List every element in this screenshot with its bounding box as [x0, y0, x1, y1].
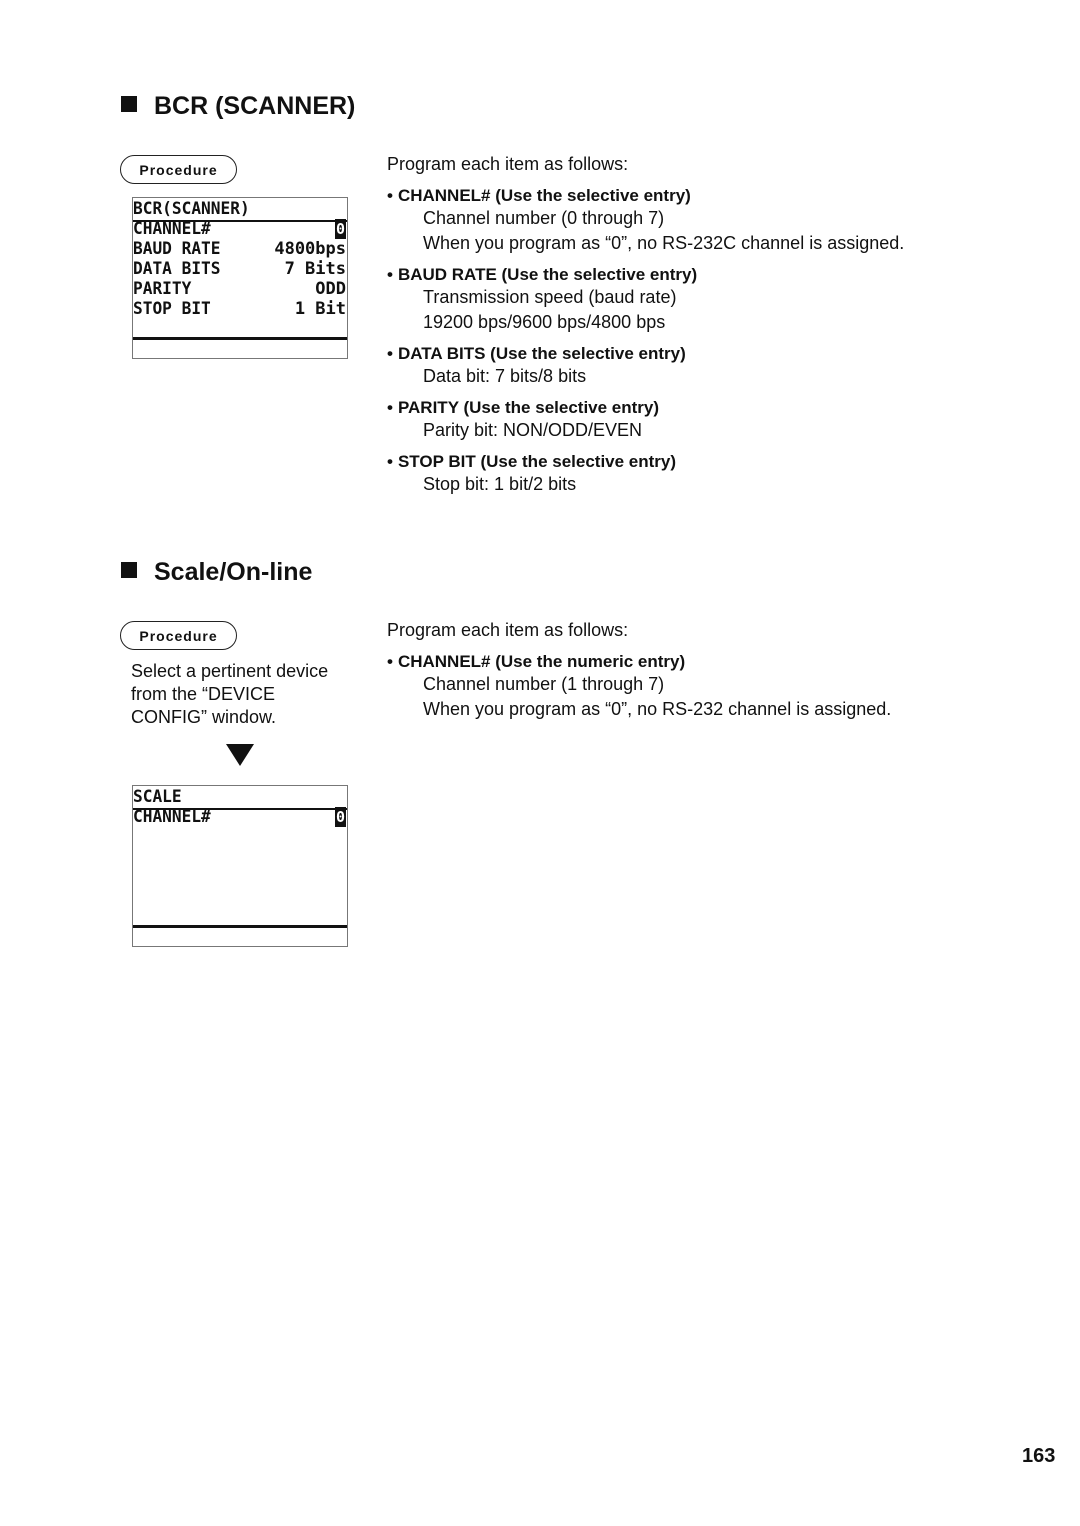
lcd-title-row: BCR(SCANNER) — [133, 199, 347, 219]
item-line: When you program as “0”, no RS-232 chann… — [423, 699, 892, 719]
page-number: 163 — [1022, 1445, 1056, 1467]
section-title-bcr-scanner: BCR (SCANNER) — [121, 92, 355, 121]
item-heading: • DATA BITS (Use the selective entry) — [387, 344, 904, 364]
procedure-text-line: Select a pertinent device — [131, 661, 329, 681]
lcd-row-label: BAUD RATE — [133, 239, 221, 259]
item-line: Parity bit: NON/ODD/EVEN — [423, 420, 643, 440]
lcd-cursor-value: 0 — [334, 807, 346, 827]
item-line: Data bit: 7 bits/8 bits — [423, 366, 587, 386]
procedure-label: Procedure — [139, 161, 218, 178]
item-line: 19200 bps/9600 bps/4800 bps — [423, 312, 666, 332]
bullet-icon: • — [387, 265, 393, 284]
intro-text: Program each item as follows: — [387, 154, 629, 174]
lcd-row-value: ODD — [315, 279, 346, 299]
procedure-text-line: from the “DEVICE — [131, 684, 276, 704]
lcd-row-value: 7 Bits — [284, 259, 346, 279]
bullet-icon: • — [387, 186, 393, 205]
procedure-text-line: CONFIG” window. — [131, 707, 277, 727]
item-data-bits: • DATA BITS (Use the selective entry) Dat… — [387, 344, 904, 389]
lcd-title: SCALE — [133, 787, 182, 807]
item-parity: • PARITY (Use the selective entry) Parity… — [387, 398, 904, 443]
item-heading-text: PARITY (Use the selective entry) — [397, 398, 660, 417]
bullet-icon: • — [387, 652, 393, 671]
item-channel: • CHANNEL# (Use the numeric entry) Channe… — [387, 652, 891, 722]
procedure-text: Select a pertinent device from the “DEVI… — [131, 660, 328, 729]
lcd-title: BCR(SCANNER) — [133, 199, 250, 219]
square-bullet-icon — [121, 562, 137, 578]
item-heading: • PARITY (Use the selective entry) — [387, 398, 904, 418]
item-baud-rate: • BAUD RATE (Use the selective entry) Tra… — [387, 265, 904, 335]
item-heading-text: CHANNEL# (Use the numeric entry) — [397, 652, 686, 671]
item-channel: • CHANNEL# (Use the selective entry) Chan… — [387, 186, 904, 256]
item-heading-text: CHANNEL# (Use the selective entry) — [397, 186, 691, 205]
item-heading-text: DATA BITS (Use the selective entry) — [397, 344, 686, 363]
lcd-row-label: CHANNEL# — [133, 807, 211, 827]
item-stop-bit: • STOP BIT (Use the selective entry) Stop… — [387, 452, 904, 497]
item-line: Channel number (0 through 7) — [423, 208, 665, 228]
item-line: Channel number (1 through 7) — [423, 674, 665, 694]
lcd-row-label: DATA BITS — [133, 259, 221, 279]
lcd-row-label: STOP BIT — [133, 299, 211, 319]
lcd-title-row: SCALE — [133, 787, 347, 807]
bullet-icon: • — [387, 398, 393, 417]
bullet-icon: • — [387, 452, 393, 471]
procedure-label: Procedure — [139, 627, 218, 644]
lcd-row-value: 1 Bit — [294, 299, 346, 319]
lcd-row-data-bits: DATA BITS 7 Bits — [133, 259, 347, 279]
section-title-text: BCR (SCANNER) — [154, 92, 356, 120]
lcd-cursor-value: 0 — [334, 219, 346, 239]
lcd-screen-bcr-scanner: BCR(SCANNER) CHANNEL# 0 BAUD RATE 4800bp… — [132, 197, 348, 359]
item-line: Stop bit: 1 bit/2 bits — [423, 474, 577, 494]
item-line: Transmission speed (baud rate) — [423, 287, 677, 307]
procedure-badge: Procedure — [120, 155, 237, 184]
lcd-row-baud-rate: BAUD RATE 4800bps — [133, 239, 347, 259]
lcd-row-channel: CHANNEL# 0 — [133, 807, 347, 827]
lcd-row-stop-bit: STOP BIT 1 Bit — [133, 299, 347, 319]
lcd-bottom-divider — [133, 925, 347, 928]
section-title-scale-online: Scale/On-line — [121, 558, 312, 587]
lcd-row-parity: PARITY ODD — [133, 279, 347, 299]
lcd-row-label: CHANNEL# — [133, 219, 211, 239]
intro-text: Program each item as follows: — [387, 620, 629, 640]
item-heading-text: STOP BIT (Use the selective entry) — [397, 452, 677, 471]
section-title-text: Scale/On-line — [154, 558, 313, 586]
scale-instructions: Program each item as follows: • CHANNEL# … — [387, 618, 891, 722]
square-bullet-icon — [121, 96, 137, 112]
lcd-screen-scale: SCALE CHANNEL# 0 — [132, 785, 348, 947]
bcr-instructions: Program each item as follows: • CHANNEL# … — [387, 152, 904, 497]
lcd-row-value: 4800bps — [274, 239, 346, 259]
lcd-row-channel: CHANNEL# 0 — [133, 219, 347, 239]
item-line: When you program as “0”, no RS-232C chan… — [423, 233, 905, 253]
arrow-down-icon — [226, 744, 254, 766]
lcd-row-label: PARITY — [133, 279, 192, 299]
procedure-badge: Procedure — [120, 621, 237, 650]
item-heading: • STOP BIT (Use the selective entry) — [387, 452, 904, 472]
item-heading: • CHANNEL# (Use the selective entry) — [387, 186, 904, 206]
lcd-bottom-divider — [133, 337, 347, 340]
item-heading: • CHANNEL# (Use the numeric entry) — [387, 652, 891, 672]
item-heading: • BAUD RATE (Use the selective entry) — [387, 265, 904, 285]
bullet-icon: • — [387, 344, 393, 363]
item-heading-text: BAUD RATE (Use the selective entry) — [397, 265, 698, 284]
